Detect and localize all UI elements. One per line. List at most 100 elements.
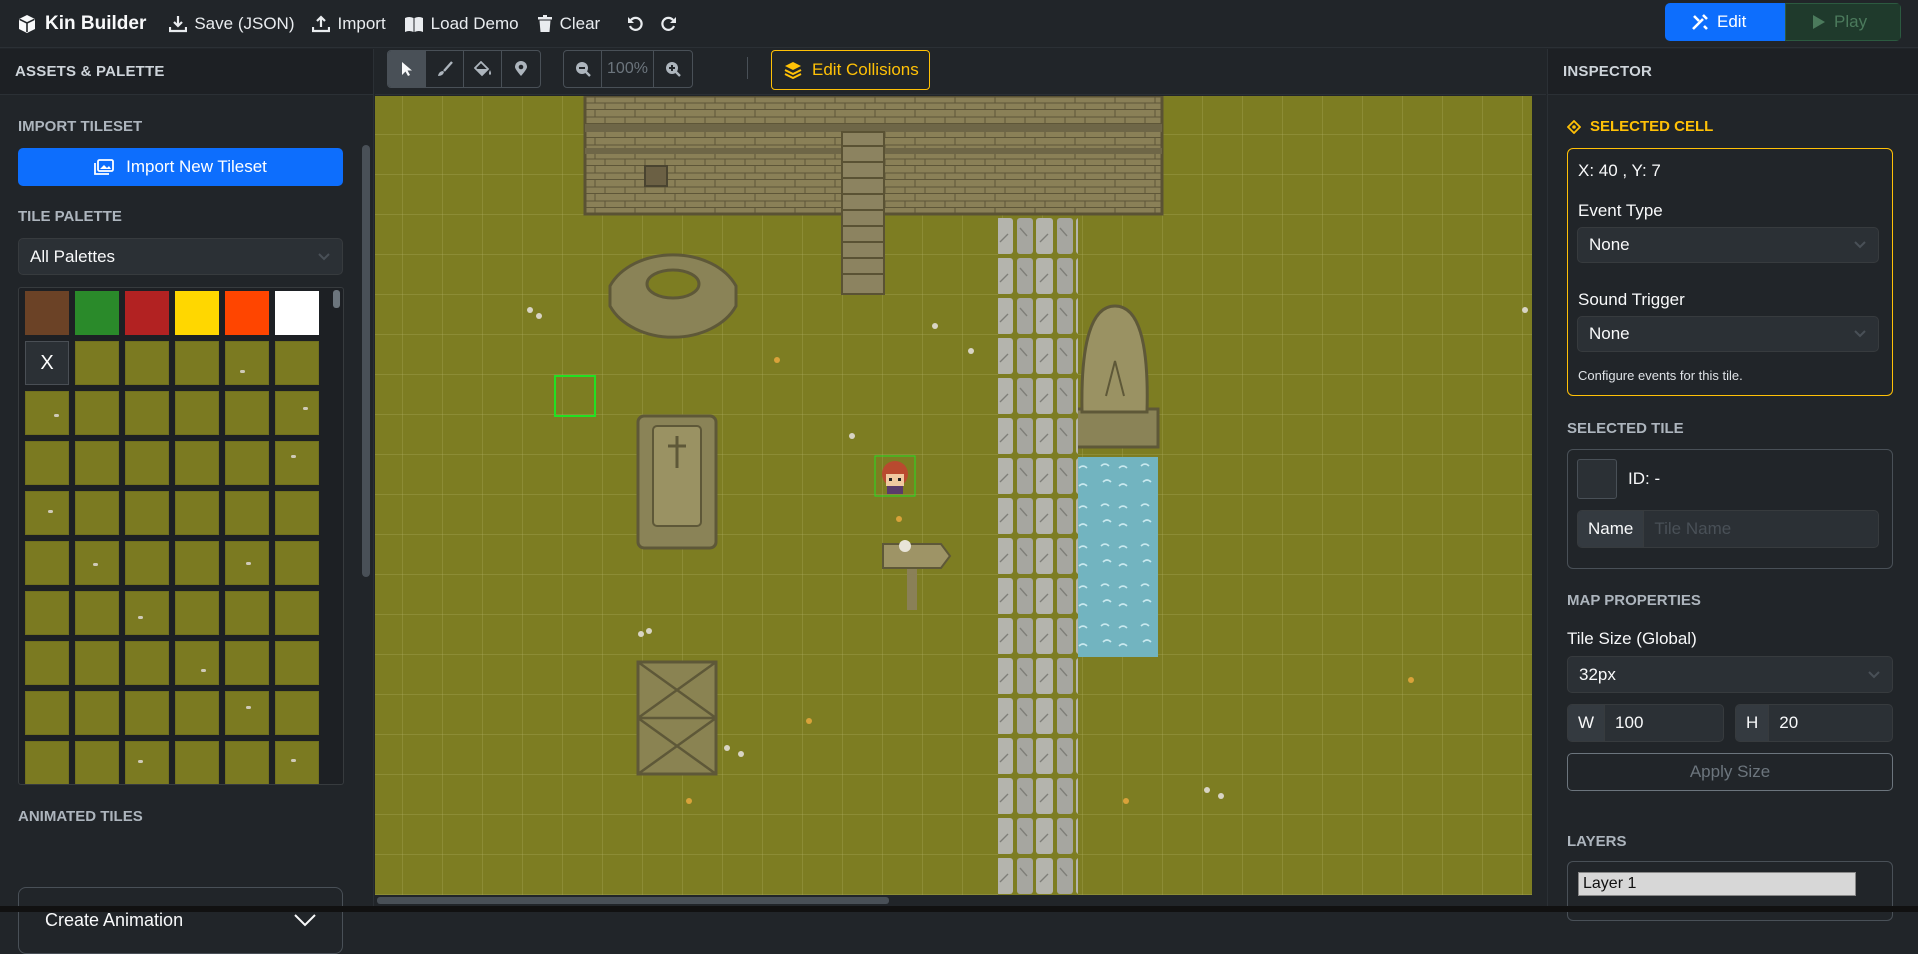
palette-tile[interactable]: [225, 391, 269, 435]
palette-tile[interactable]: [225, 741, 269, 784]
palette-select[interactable]: All Palettes: [18, 238, 343, 275]
palette-tile[interactable]: [75, 691, 119, 735]
apply-size-button[interactable]: Apply Size: [1567, 753, 1893, 791]
palette-tile[interactable]: [125, 691, 169, 735]
water-pool: [1078, 457, 1158, 657]
palette-tile[interactable]: [75, 491, 119, 535]
palette-tile[interactable]: [275, 541, 319, 585]
palette-tile[interactable]: [125, 641, 169, 685]
palette-tile[interactable]: [225, 341, 269, 385]
palette-tile[interactable]: [25, 741, 69, 784]
palette-tile[interactable]: [175, 441, 219, 485]
tile-name-placeholder: Tile Name: [1654, 519, 1732, 538]
palette-tile[interactable]: [275, 341, 319, 385]
palette-tile[interactable]: [275, 641, 319, 685]
left-scrollbar[interactable]: [362, 145, 370, 577]
palette-tile[interactable]: [275, 691, 319, 735]
palette-tile[interactable]: [25, 691, 69, 735]
palette-tile[interactable]: [25, 491, 69, 535]
select-tool[interactable]: [388, 51, 426, 87]
import-section-title: IMPORT TILESET: [18, 118, 143, 135]
import-button[interactable]: Import: [303, 0, 394, 48]
marker-tool[interactable]: [502, 51, 540, 87]
palette-tile[interactable]: [75, 391, 119, 435]
palette-tile[interactable]: [125, 541, 169, 585]
play-mode-button[interactable]: Play: [1785, 3, 1901, 41]
color-swatch[interactable]: [225, 291, 269, 335]
palette-tile[interactable]: [225, 441, 269, 485]
load-demo-button[interactable]: Load Demo: [395, 0, 528, 48]
height-input[interactable]: 20: [1769, 705, 1892, 741]
layer-item[interactable]: Layer 1: [1578, 872, 1856, 896]
palette-tile[interactable]: [275, 441, 319, 485]
palette-tile[interactable]: [75, 541, 119, 585]
edit-mode-button[interactable]: Edit: [1665, 3, 1785, 41]
palette-tile[interactable]: [175, 641, 219, 685]
palette-tile[interactable]: [225, 491, 269, 535]
tile-name-input[interactable]: Tile Name: [1644, 511, 1878, 547]
zoom-out-button[interactable]: [564, 51, 602, 87]
fill-tool[interactable]: [464, 51, 502, 87]
palette-tile[interactable]: [125, 491, 169, 535]
create-animation-toggle[interactable]: Create Animation: [18, 887, 343, 954]
import-label: Import: [337, 13, 386, 33]
tile-size-select[interactable]: 32px: [1567, 656, 1893, 693]
palette-tile[interactable]: [75, 441, 119, 485]
edit-collisions-button[interactable]: Edit Collisions: [771, 50, 930, 90]
player-character: [874, 455, 916, 497]
palette-tile[interactable]: [125, 341, 169, 385]
palette-tile[interactable]: [25, 541, 69, 585]
erase-tile[interactable]: X: [25, 341, 69, 385]
palette-tile[interactable]: [125, 741, 169, 784]
undo-icon[interactable]: [627, 15, 645, 33]
palette-tile[interactable]: [125, 391, 169, 435]
palette-tile[interactable]: [275, 591, 319, 635]
color-swatch[interactable]: [275, 291, 319, 335]
selected-cell-title: SELECTED CELL: [1567, 118, 1713, 135]
palette-tile[interactable]: [175, 691, 219, 735]
clear-button[interactable]: Clear: [528, 0, 610, 48]
color-swatch[interactable]: [25, 291, 69, 335]
palette-tile[interactable]: [25, 591, 69, 635]
palette-tile[interactable]: [175, 391, 219, 435]
import-tileset-button[interactable]: Import New Tileset: [18, 148, 343, 186]
palette-tile[interactable]: [75, 591, 119, 635]
palette-tile[interactable]: [25, 441, 69, 485]
width-input[interactable]: 100: [1605, 705, 1723, 741]
sound-trigger-select[interactable]: None: [1577, 316, 1879, 352]
palette-section-title: TILE PALETTE: [18, 208, 122, 225]
palette-tile[interactable]: [175, 741, 219, 784]
palette-tile[interactable]: [125, 441, 169, 485]
palette-tile[interactable]: [175, 341, 219, 385]
redo-icon[interactable]: [659, 15, 677, 33]
save-button[interactable]: Save (JSON): [160, 0, 303, 48]
color-swatch[interactable]: [175, 291, 219, 335]
canvas-hscrollbar[interactable]: [377, 897, 889, 904]
palette-tile[interactable]: [25, 391, 69, 435]
color-swatch[interactable]: [125, 291, 169, 335]
palette-tile[interactable]: [225, 641, 269, 685]
palette-tile[interactable]: [275, 741, 319, 784]
brush-tool[interactable]: [426, 51, 464, 87]
palette-tile[interactable]: [175, 491, 219, 535]
palette-tile[interactable]: [175, 541, 219, 585]
palette-tile[interactable]: [225, 541, 269, 585]
palette-tile[interactable]: [25, 641, 69, 685]
cursor-icon: [401, 62, 412, 76]
color-swatch[interactable]: [75, 291, 119, 335]
zoom-in-button[interactable]: [654, 51, 692, 87]
app-title: Kin Builder: [45, 12, 147, 34]
palette-tile[interactable]: [175, 591, 219, 635]
palette-tile[interactable]: [75, 641, 119, 685]
event-type-select[interactable]: None: [1577, 227, 1879, 263]
palette-tile[interactable]: [225, 591, 269, 635]
palette-tile[interactable]: [275, 491, 319, 535]
load-demo-label: Load Demo: [430, 13, 519, 33]
palette-tile[interactable]: [125, 591, 169, 635]
palette-tile[interactable]: [275, 391, 319, 435]
palette-scrollbar[interactable]: [333, 290, 340, 308]
map-canvas[interactable]: [375, 96, 1532, 895]
palette-tile[interactable]: [75, 741, 119, 784]
palette-tile[interactable]: [75, 341, 119, 385]
palette-tile[interactable]: [225, 691, 269, 735]
